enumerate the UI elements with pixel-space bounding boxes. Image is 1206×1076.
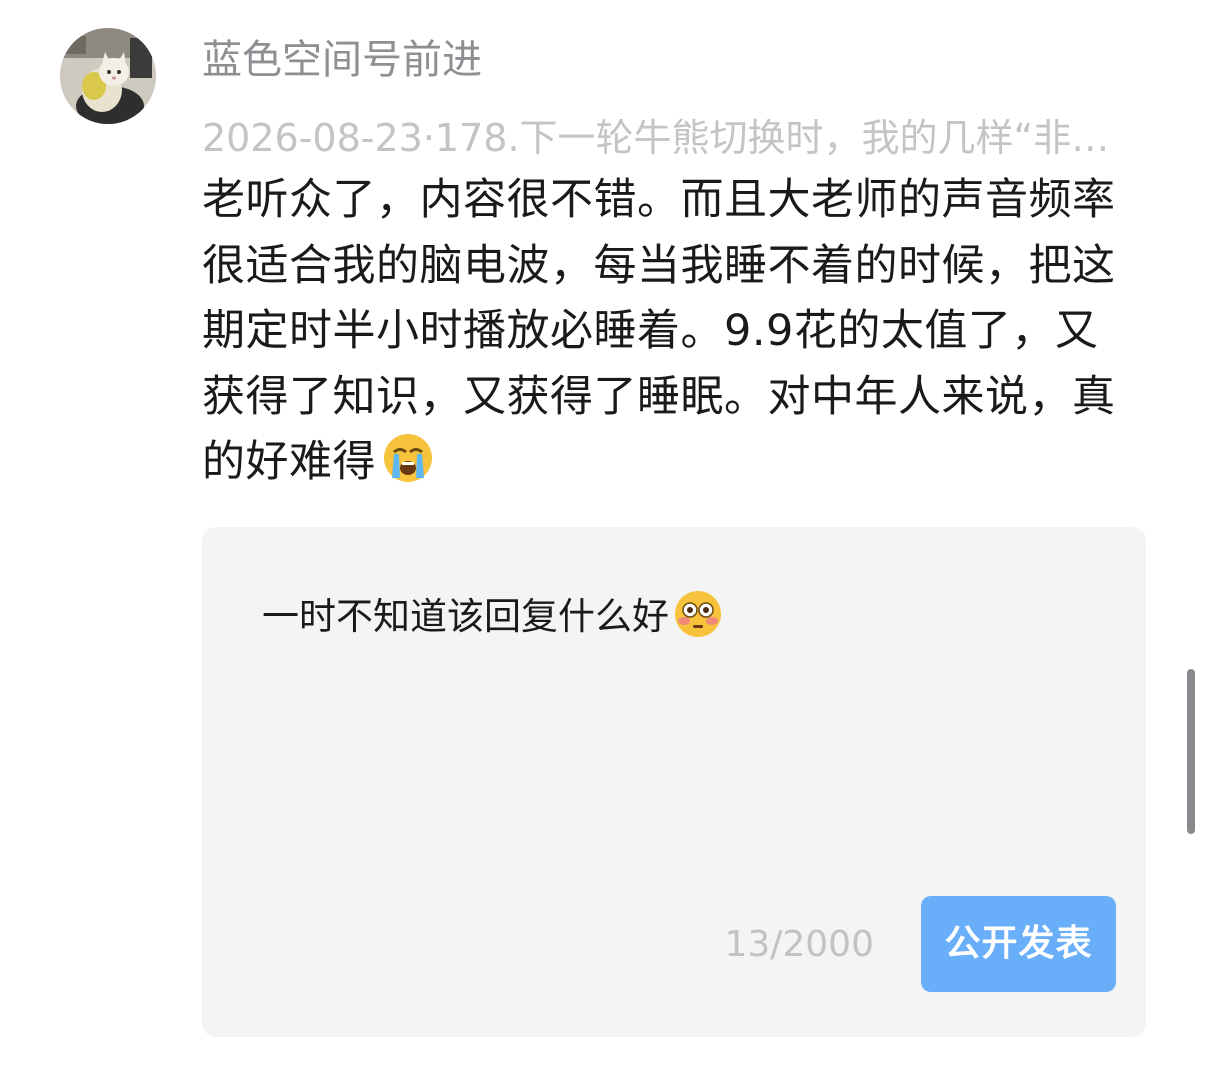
cat-avatar-icon bbox=[60, 28, 156, 124]
quoted-episode-title[interactable]: 2026-08-23·178.下一轮牛熊切换时，我的几样“非… bbox=[202, 113, 1118, 163]
comment-text: 老听众了，内容很不错。而且大老师的声音频率很适合我的脑电波，每当我睡不着的时候，… bbox=[202, 175, 1116, 487]
loudly-crying-face-icon bbox=[382, 432, 434, 484]
reply-text: 一时不知道该回复什么好 bbox=[262, 595, 669, 638]
reply-input[interactable]: 一时不知道该回复什么好 bbox=[262, 589, 723, 643]
avatar[interactable] bbox=[60, 28, 156, 124]
character-counter: 13/2000 bbox=[724, 924, 874, 965]
reply-editor[interactable]: 一时不知道该回复什么好 13/2000 公开发表 bbox=[202, 527, 1146, 1037]
comment-body: 老听众了，内容很不错。而且大老师的声音频率很适合我的脑电波，每当我睡不着的时候，… bbox=[202, 168, 1132, 496]
scrollbar[interactable] bbox=[1187, 669, 1195, 834]
flushed-face-icon bbox=[673, 589, 723, 639]
publish-button[interactable]: 公开发表 bbox=[921, 896, 1116, 992]
username[interactable]: 蓝色空间号前进 bbox=[202, 34, 482, 86]
